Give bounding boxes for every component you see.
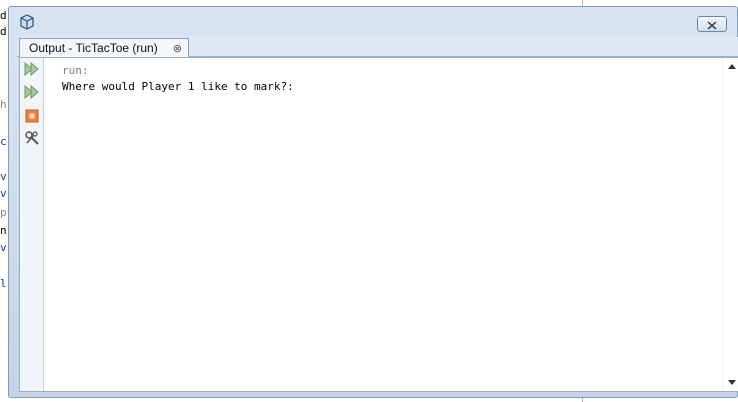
tab-label: Output - TicTacToe (run) [29, 41, 158, 55]
scroll-down-arrow-icon[interactable] [728, 380, 736, 385]
app-cube-icon [19, 14, 35, 30]
rerun-button[interactable] [23, 61, 41, 81]
window-close-button[interactable] [697, 16, 727, 32]
output-window: Output - TicTacToe (run) ⊗ run: Where wo… [8, 6, 738, 398]
close-icon [707, 15, 717, 34]
tab-strip: Output - TicTacToe (run) ⊗ [17, 37, 738, 57]
editor-char: p [0, 206, 7, 219]
output-line-run: run: [62, 64, 89, 77]
tab-close-icon[interactable]: ⊗ [173, 42, 182, 55]
editor-char: v [0, 170, 7, 183]
editor-char: v [0, 187, 7, 200]
settings-button[interactable] [23, 131, 41, 149]
output-line-prompt: Where would Player 1 like to mark?: [62, 80, 294, 93]
output-text-area[interactable]: run: Where would Player 1 like to mark?: [45, 58, 722, 391]
editor-char: v [0, 241, 7, 254]
rerun-icon [24, 61, 40, 81]
output-toolbar [20, 58, 44, 391]
editor-char: l [0, 277, 7, 290]
editor-char: c [0, 135, 7, 148]
output-panel: run: Where would Player 1 like to mark?: [19, 57, 738, 392]
stop-button[interactable] [23, 108, 41, 126]
editor-char: d [0, 25, 7, 38]
scroll-up-arrow-icon[interactable] [728, 64, 736, 69]
rerun-options-icon [24, 84, 40, 104]
tab-output-tictactoe[interactable]: Output - TicTacToe (run) ⊗ [19, 38, 189, 57]
wrench-icon [24, 130, 40, 150]
vertical-scrollbar[interactable] [722, 58, 738, 391]
editor-char: n [0, 224, 7, 237]
window-titlebar[interactable] [9, 7, 737, 35]
rerun-with-options-button[interactable] [23, 84, 41, 104]
editor-char: h [0, 98, 7, 111]
editor-char: d [0, 9, 7, 22]
stop-icon [25, 108, 39, 127]
